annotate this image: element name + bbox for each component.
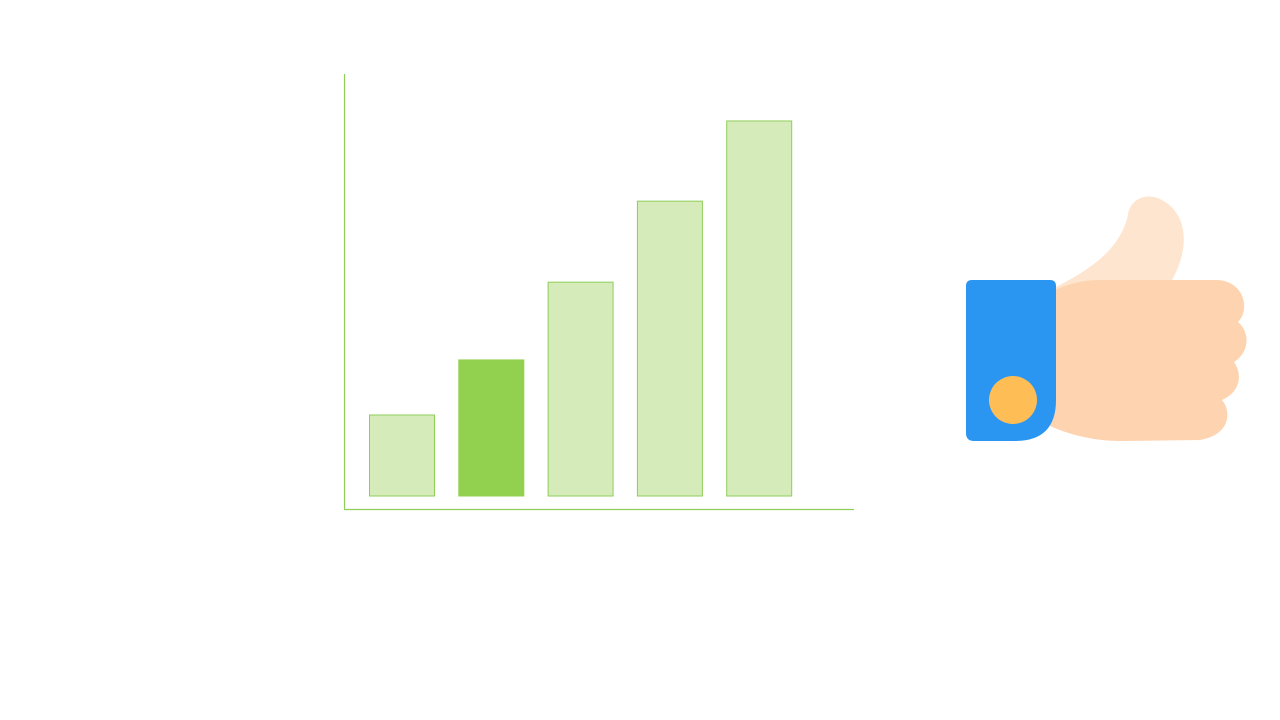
- fist-part: [1050, 280, 1247, 441]
- bar-3: [547, 281, 614, 497]
- slide: [0, 0, 1280, 720]
- bar-chart: [343, 74, 854, 511]
- bar-5: [726, 120, 793, 497]
- bar-4: [636, 200, 703, 497]
- button-part: [989, 376, 1037, 424]
- bar-group: [369, 120, 793, 497]
- bar-2: [458, 359, 525, 497]
- thumbs-up-icon: [966, 196, 1247, 441]
- bar-1: [369, 414, 435, 497]
